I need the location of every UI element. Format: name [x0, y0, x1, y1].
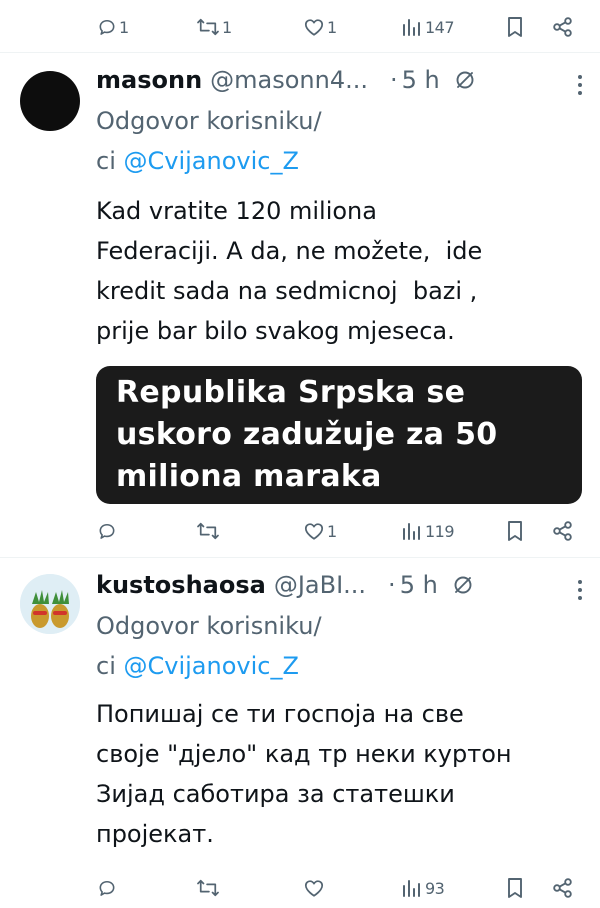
like-button[interactable]: 1 — [303, 7, 337, 47]
separator-dot: · — [390, 66, 398, 94]
timestamp[interactable]: 5 h — [402, 66, 440, 94]
tweet-text-line: kredit sada na sedmicnoj bazi , — [96, 277, 478, 305]
action-bar: 1 119 — [0, 511, 600, 551]
pineapple-avatar-image — [20, 574, 80, 634]
like-button[interactable] — [303, 868, 327, 908]
reply-button[interactable] — [97, 511, 119, 551]
separator-dot: · — [388, 571, 396, 599]
retweet-icon — [197, 879, 219, 897]
reply-to-label: Odgovor korisniku/ — [96, 107, 322, 135]
bookmark-button[interactable] — [506, 511, 524, 551]
heart-icon — [304, 880, 324, 897]
bookmark-icon — [508, 17, 522, 37]
views-button[interactable]: 93 — [401, 868, 445, 908]
media-image[interactable]: Republika Srpska se uskoro zadužuje za 5… — [96, 366, 582, 504]
tweet[interactable]: masonn @masonn4... · 5 h Odgovor korisni… — [0, 53, 600, 558]
like-count: 1 — [327, 521, 337, 541]
like-button[interactable]: 1 — [303, 511, 337, 551]
retweet-button[interactable]: 1 — [196, 7, 232, 47]
share-button[interactable] — [552, 7, 574, 47]
retweet-count: 1 — [222, 17, 232, 37]
like-count: 1 — [327, 17, 337, 37]
reply-to-line: ci @Cvijanovic_Z — [96, 646, 299, 686]
views-button[interactable]: 147 — [401, 7, 455, 47]
share-icon — [553, 17, 572, 37]
views-icon — [403, 523, 420, 540]
retweet-button[interactable] — [196, 511, 222, 551]
grok-icon[interactable] — [454, 69, 476, 91]
action-bar: 93 — [0, 868, 600, 908]
bookmark-icon — [508, 878, 522, 898]
reply-to-prefix: ci — [96, 147, 124, 175]
user-handle[interactable]: @masonn4... — [210, 66, 368, 94]
reply-icon — [99, 880, 115, 896]
views-count: 147 — [425, 17, 455, 37]
grok-icon[interactable] — [452, 574, 474, 596]
reply-icon — [99, 19, 115, 35]
tweet-header: kustoshaosa @JaBI... · 5 h — [96, 568, 580, 602]
timestamp[interactable]: 5 h — [400, 571, 438, 599]
display-name[interactable]: kustoshaosa — [96, 571, 266, 599]
share-button[interactable] — [552, 511, 574, 551]
more-options-icon[interactable] — [578, 580, 582, 600]
share-icon — [553, 878, 572, 898]
tweet-text-line: Зијад саботира за статешки — [96, 780, 455, 808]
reply-to-line: ci @Cvijanovic_Z — [96, 141, 299, 181]
heart-icon — [304, 19, 324, 36]
tweet-text-line: пројекат. — [96, 820, 214, 848]
tweet-header: masonn @masonn4... · 5 h — [96, 63, 580, 97]
tweet-text-line: Попишај се ти госпоја на све — [96, 700, 464, 728]
tweet[interactable]: kustoshaosa @JaBI... · 5 h Odgovor koris… — [0, 558, 600, 900]
bookmark-button[interactable] — [506, 7, 524, 47]
reply-to-label: Odgovor korisniku/ — [96, 612, 322, 640]
bookmark-icon — [508, 521, 522, 541]
retweet-icon — [197, 18, 219, 36]
reply-to-mention[interactable]: @Cvijanovic_Z — [124, 652, 299, 680]
views-icon — [403, 880, 420, 897]
reply-to-prefix: ci — [96, 652, 124, 680]
avatar[interactable] — [20, 71, 80, 131]
tweet-text: Kad vratite 120 miliona Federaciji. A da… — [96, 191, 580, 351]
reply-count: 1 — [119, 17, 129, 37]
share-button[interactable] — [552, 868, 574, 908]
tweet-text-line: Federaciji. A da, ne možete, ide — [96, 237, 483, 265]
action-bar-top: 1 1 1 147 — [0, 7, 600, 47]
user-handle[interactable]: @JaBI... — [274, 571, 366, 599]
tweet-text: Попишај се ти госпоја на све своје "дјел… — [96, 694, 580, 854]
avatar[interactable] — [20, 574, 80, 634]
tweet-text-line: prije bar bilo svakog mjeseca. — [96, 317, 455, 345]
reply-icon — [99, 523, 115, 539]
tweet-text-line: своје "дјело" кад тр неки куртон — [96, 740, 512, 768]
display-name[interactable]: masonn — [96, 66, 202, 94]
retweet-icon — [197, 522, 219, 540]
reply-to-mention[interactable]: @Cvijanovic_Z — [124, 147, 299, 175]
tweet-text-line: Kad vratite 120 miliona — [96, 197, 377, 225]
views-count: 93 — [425, 878, 445, 898]
share-icon — [553, 521, 572, 541]
more-options-icon[interactable] — [578, 75, 582, 95]
views-icon — [403, 19, 420, 36]
media-text-line: Republika Srpska se — [116, 375, 466, 410]
views-count: 119 — [425, 521, 455, 541]
media-text-line: miliona maraka — [116, 459, 382, 494]
media-text-line: uskoro zadužuje za 50 — [116, 417, 498, 452]
heart-icon — [304, 523, 324, 540]
bookmark-button[interactable] — [506, 868, 524, 908]
retweet-button[interactable] — [196, 868, 222, 908]
reply-button[interactable] — [97, 868, 119, 908]
views-button[interactable]: 119 — [401, 511, 455, 551]
reply-button[interactable]: 1 — [97, 7, 129, 47]
